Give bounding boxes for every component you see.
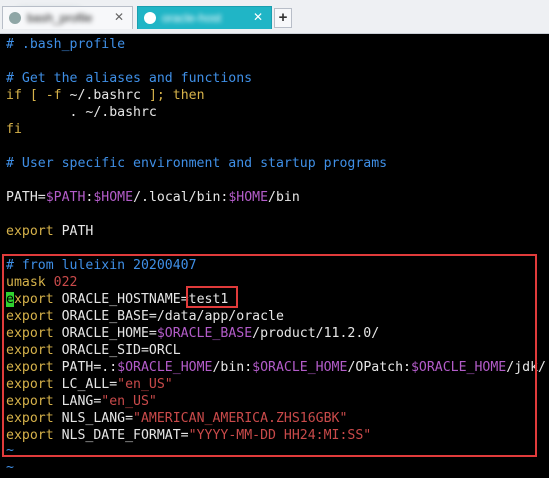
terminal-line: PATH=$PATH:$HOME/.local/bin:$HOME/bin	[6, 190, 300, 205]
terminal-line: export NLS_DATE_FORMAT="YYYY-MM-DD HH24:…	[6, 428, 372, 443]
terminal-line: # User specific environment and startup …	[6, 156, 388, 171]
close-tab-icon[interactable]: ✕	[114, 10, 124, 24]
terminal-line: fi	[6, 122, 22, 137]
tab-label: oracle-host	[162, 11, 222, 25]
new-tab-button[interactable]: +	[274, 8, 292, 28]
terminal-line: ~	[6, 443, 14, 458]
terminal-line: export PATH=.:$ORACLE_HOME/bin:$ORACLE_H…	[6, 360, 546, 375]
terminal-line: export ORACLE_SID=ORCL	[6, 343, 181, 358]
text-cursor: e	[6, 292, 14, 307]
terminal-line: if [ -f ~/.bashrc ]; then	[6, 88, 205, 103]
terminal-line: umask 022	[6, 275, 78, 290]
session-status-icon	[144, 12, 156, 24]
terminal-line: export ORACLE_BASE=/data/app/oracle	[6, 309, 284, 324]
tab-session-1[interactable]: bash_profile ✕	[2, 6, 133, 29]
close-tab-icon[interactable]: ✕	[253, 10, 263, 24]
terminal-editor[interactable]: # .bash_profile # Get the aliases and fu…	[0, 34, 549, 478]
terminal-line: # from luleixin 20200407	[6, 258, 197, 273]
terminal-line: # Get the aliases and functions	[6, 71, 253, 86]
tab-session-2-active[interactable]: oracle-host ✕	[137, 6, 272, 29]
tab-label: bash_profile	[27, 11, 93, 25]
terminal-line: export ORACLE_HOME=$ORACLE_BASE/product/…	[6, 326, 380, 341]
terminal-line: export LANG="en_US"	[6, 394, 157, 409]
terminal-line: export PATH	[6, 224, 94, 239]
terminal-line: # .bash_profile	[6, 37, 126, 52]
terminal-line: export ORACLE_HOSTNAME=test1	[6, 292, 229, 307]
tab-bar: bash_profile ✕ oracle-host ✕ +	[0, 0, 549, 34]
terminal-line: . ~/.bashrc	[6, 105, 157, 120]
terminal-line: export NLS_LANG="AMERICAN_AMERICA.ZHS16G…	[6, 411, 348, 426]
terminal-line: ~	[6, 460, 14, 475]
session-status-icon	[9, 12, 21, 24]
terminal-line: export LC_ALL="en_US"	[6, 377, 173, 392]
